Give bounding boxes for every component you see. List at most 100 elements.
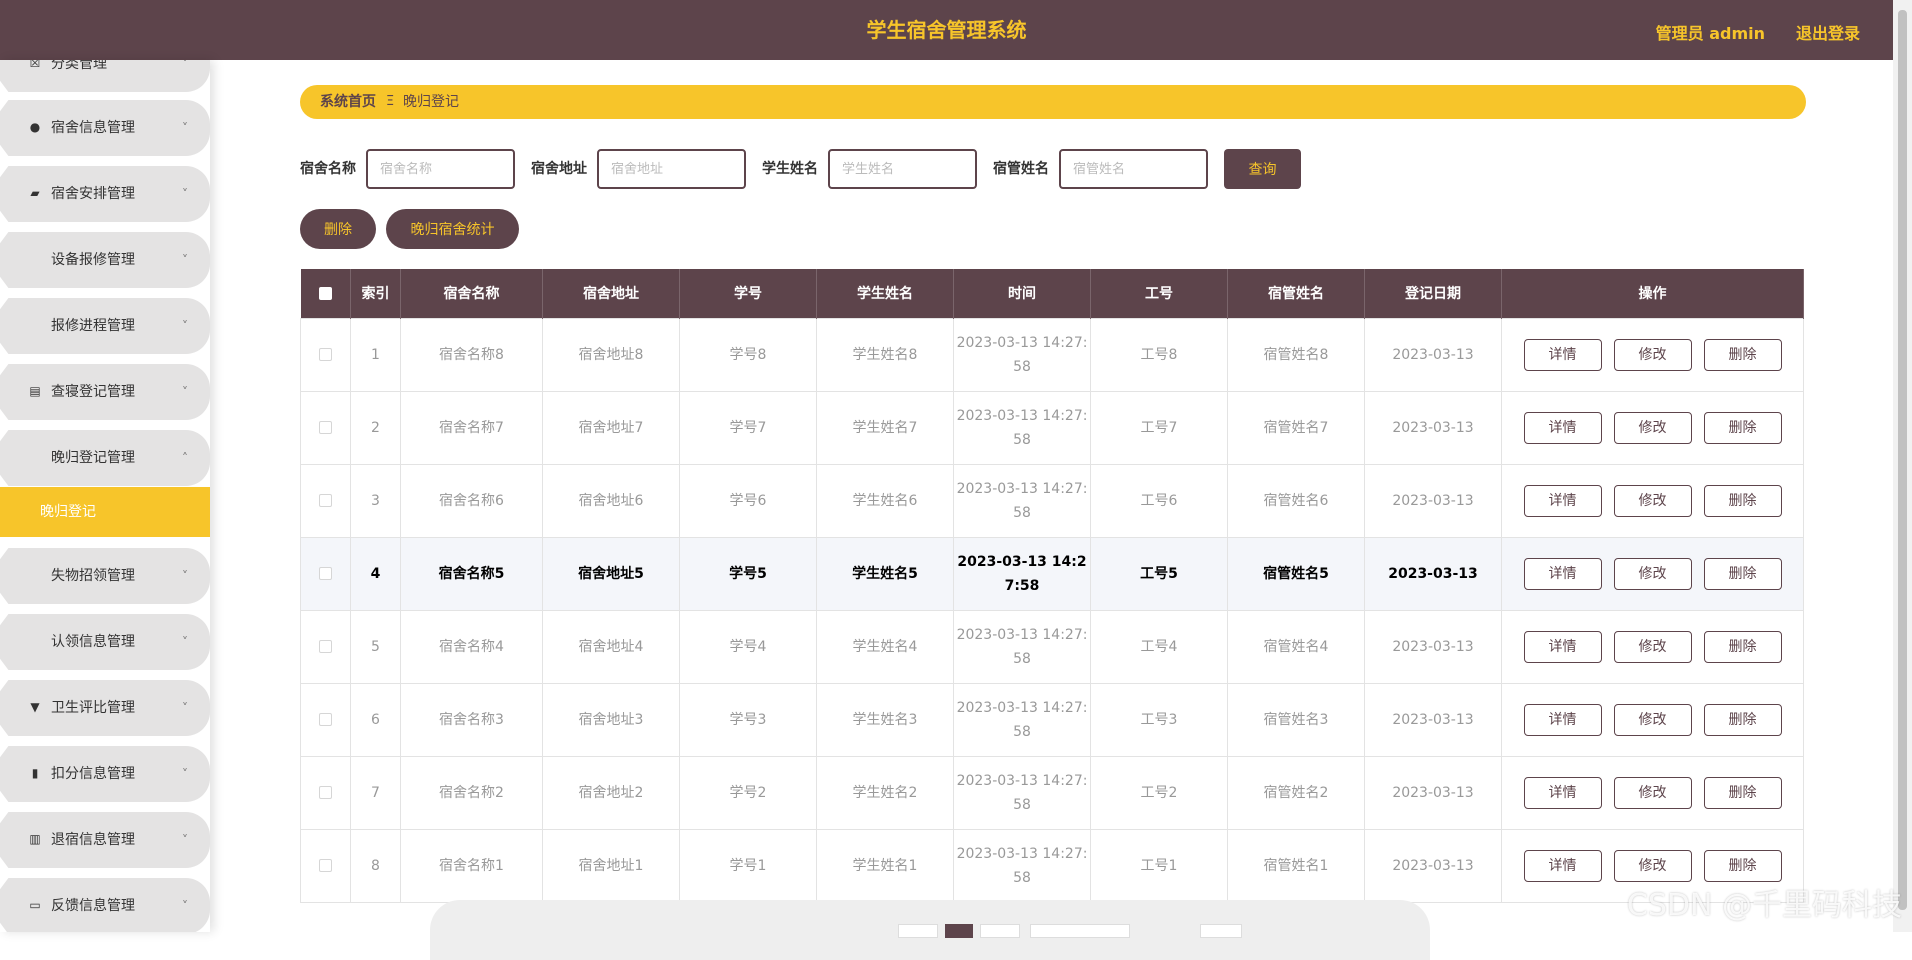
student-id-cell: 学号1 — [679, 828, 817, 903]
sidebar-subitem-late-register[interactable]: 晚归登记 — [0, 487, 210, 537]
dorm-name-input[interactable] — [366, 149, 515, 189]
delete-button[interactable]: 删除 — [1703, 849, 1782, 882]
detail-button[interactable]: 详情 — [1523, 849, 1602, 882]
dorm-addr-cell: 宿舍地址8 — [542, 317, 680, 392]
select-all-checkbox[interactable] — [318, 286, 332, 300]
dorm-addr-cell: 宿舍地址5 — [542, 536, 680, 611]
sidebar-item-label: 宿舍安排管理 — [51, 186, 135, 202]
edit-button[interactable]: 修改 — [1613, 411, 1692, 444]
detail-button[interactable]: 详情 — [1523, 484, 1602, 517]
row-select-cell[interactable] — [300, 755, 351, 830]
manager-name-cell: 宿管姓名6 — [1227, 463, 1365, 538]
table-row[interactable]: 8 宿舍名称1 宿舍地址1 学号1 学生姓名1 2023-03-13 14:27:58 工号… — [300, 828, 1804, 903]
table-row[interactable]: 5 宿舍名称4 宿舍地址4 学号4 学生姓名4 2023-03-13 14:27:58 工号… — [300, 609, 1804, 684]
student-name-cell: 学生姓名8 — [816, 317, 954, 392]
pagination-jump-input[interactable] — [1200, 924, 1242, 938]
delete-button[interactable]: 删除 — [1703, 703, 1782, 736]
grid-icon — [28, 634, 42, 648]
row-actions-cell: 详情 修改 删除 — [1501, 463, 1804, 538]
edit-button[interactable]: 修改 — [1613, 557, 1692, 590]
delete-button[interactable]: 删除 — [1703, 630, 1782, 663]
student-name-cell: 学生姓名4 — [816, 609, 954, 684]
table-row[interactable]: 6 宿舍名称3 宿舍地址3 学号3 学生姓名3 2023-03-13 14:27:58 工号… — [300, 682, 1804, 757]
sidebar-item-hygiene[interactable]: ▼ 卫生评比管理 ˅ — [0, 680, 210, 736]
detail-button[interactable]: 详情 — [1523, 776, 1602, 809]
row-checkbox[interactable] — [319, 859, 332, 872]
sidebar-item-dorm-arrange[interactable]: ▰ 宿舍安排管理 ˅ — [0, 166, 210, 222]
edit-button[interactable]: 修改 — [1613, 338, 1692, 371]
row-select-cell[interactable] — [300, 682, 351, 757]
pagination-prev[interactable] — [898, 924, 938, 938]
late-stats-button[interactable]: 晚归宿舍统计 — [386, 209, 519, 249]
delete-button[interactable]: 删除 — [1703, 557, 1782, 590]
row-select-cell[interactable] — [300, 390, 351, 465]
table-row[interactable]: 3 宿舍名称6 宿舍地址6 学号6 学生姓名6 2023-03-13 14:27:58 工号… — [300, 463, 1804, 538]
sidebar-item-checkout[interactable]: ▥ 退宿信息管理 ˅ — [0, 812, 210, 868]
manager-name-input[interactable] — [1059, 149, 1208, 189]
detail-button[interactable]: 详情 — [1523, 630, 1602, 663]
student-name-input[interactable] — [828, 149, 977, 189]
row-checkbox[interactable] — [319, 786, 332, 799]
column-header: 宿舍名称 — [400, 269, 543, 318]
table-header-row: 索引 宿舍名称 宿舍地址 学号 学生姓名 时间 工号 宿管姓名 登记日期 操作 — [300, 269, 1804, 318]
edit-button[interactable]: 修改 — [1613, 484, 1692, 517]
row-select-cell[interactable] — [300, 609, 351, 684]
logout-link[interactable]: 退出登录 — [1796, 20, 1860, 44]
sidebar-item-dorm-info[interactable]: ● 宿舍信息管理 ˅ — [0, 100, 210, 156]
manager-name-cell: 宿管姓名3 — [1227, 682, 1365, 757]
table-row[interactable]: 7 宿舍名称2 宿舍地址2 学号2 学生姓名2 2023-03-13 14:27:58 工号… — [300, 755, 1804, 830]
chevron-down-icon: ˅ — [182, 569, 188, 583]
breadcrumb: 系统首页 Ξ 晚归登记 — [300, 85, 1806, 119]
sidebar-item-category[interactable]: ☒ 分类管理 ˅ — [0, 60, 210, 92]
row-checkbox[interactable] — [319, 421, 332, 434]
detail-button[interactable]: 详情 — [1523, 557, 1602, 590]
row-checkbox[interactable] — [319, 567, 332, 580]
page-scrollbar[interactable] — [1893, 0, 1912, 932]
row-select-cell[interactable] — [300, 536, 351, 611]
query-button[interactable]: 查询 — [1224, 149, 1301, 189]
date-cell: 2023-03-13 — [1364, 828, 1502, 903]
scrollbar-thumb[interactable] — [1898, 10, 1907, 910]
sidebar-item-lost-found[interactable]: 失物招领管理 ˅ — [0, 548, 210, 604]
edit-button[interactable]: 修改 — [1613, 703, 1692, 736]
row-checkbox[interactable] — [319, 494, 332, 507]
sidebar-item-late-return[interactable]: 晚归登记管理 ˄ — [0, 430, 210, 486]
batch-delete-button[interactable]: 删除 — [300, 209, 376, 249]
sidebar-item-feedback[interactable]: ▭ 反馈信息管理 ˅ — [0, 878, 210, 932]
edit-button[interactable]: 修改 — [1613, 776, 1692, 809]
student-id-cell: 学号6 — [679, 463, 817, 538]
edit-button[interactable]: 修改 — [1613, 630, 1692, 663]
table-row[interactable]: 1 宿舍名称8 宿舍地址8 学号8 学生姓名8 2023-03-13 14:27:58 工号… — [300, 317, 1804, 392]
pagination-page-size[interactable] — [1030, 924, 1130, 938]
delete-button[interactable]: 删除 — [1703, 484, 1782, 517]
dorm-addr-input[interactable] — [597, 149, 746, 189]
detail-button[interactable]: 详情 — [1523, 338, 1602, 371]
sidebar-item-dorm-check[interactable]: ▤ 查寝登记管理 ˅ — [0, 364, 210, 420]
detail-button[interactable]: 详情 — [1523, 411, 1602, 444]
table-row[interactable]: 2 宿舍名称7 宿舍地址7 学号7 学生姓名7 2023-03-13 14:27:58 工号… — [300, 390, 1804, 465]
table-row[interactable]: 4 宿舍名称5 宿舍地址5 学号5 学生姓名5 2023-03-13 14:27:58 工号… — [300, 536, 1804, 611]
row-checkbox[interactable] — [319, 713, 332, 726]
sidebar-item-repair-progress[interactable]: 报修进程管理 ˅ — [0, 298, 210, 354]
row-checkbox[interactable] — [319, 640, 332, 653]
breadcrumb-home[interactable]: 系统首页 — [320, 85, 376, 119]
watermark: CSDN @千里码科技 — [1626, 888, 1902, 923]
select-all-cell[interactable] — [300, 269, 351, 318]
row-select-cell[interactable] — [300, 828, 351, 903]
manager-name-cell: 宿管姓名8 — [1227, 317, 1365, 392]
sidebar-item-deduction[interactable]: ▮ 扣分信息管理 ˅ — [0, 746, 210, 802]
pagination-page-current[interactable] — [945, 924, 973, 938]
pagination-next[interactable] — [980, 924, 1020, 938]
sidebar-item-claim[interactable]: 认领信息管理 ˅ — [0, 614, 210, 670]
edit-button[interactable]: 修改 — [1613, 849, 1692, 882]
sidebar-item-repair[interactable]: 设备报修管理 ˅ — [0, 232, 210, 288]
staff-id-cell: 工号3 — [1090, 682, 1228, 757]
row-select-cell[interactable] — [300, 463, 351, 538]
delete-button[interactable]: 删除 — [1703, 776, 1782, 809]
delete-button[interactable]: 删除 — [1703, 338, 1782, 371]
delete-button[interactable]: 删除 — [1703, 411, 1782, 444]
row-select-cell[interactable] — [300, 317, 351, 392]
location-pin-icon: ● — [29, 120, 41, 134]
row-checkbox[interactable] — [319, 348, 332, 361]
detail-button[interactable]: 详情 — [1523, 703, 1602, 736]
